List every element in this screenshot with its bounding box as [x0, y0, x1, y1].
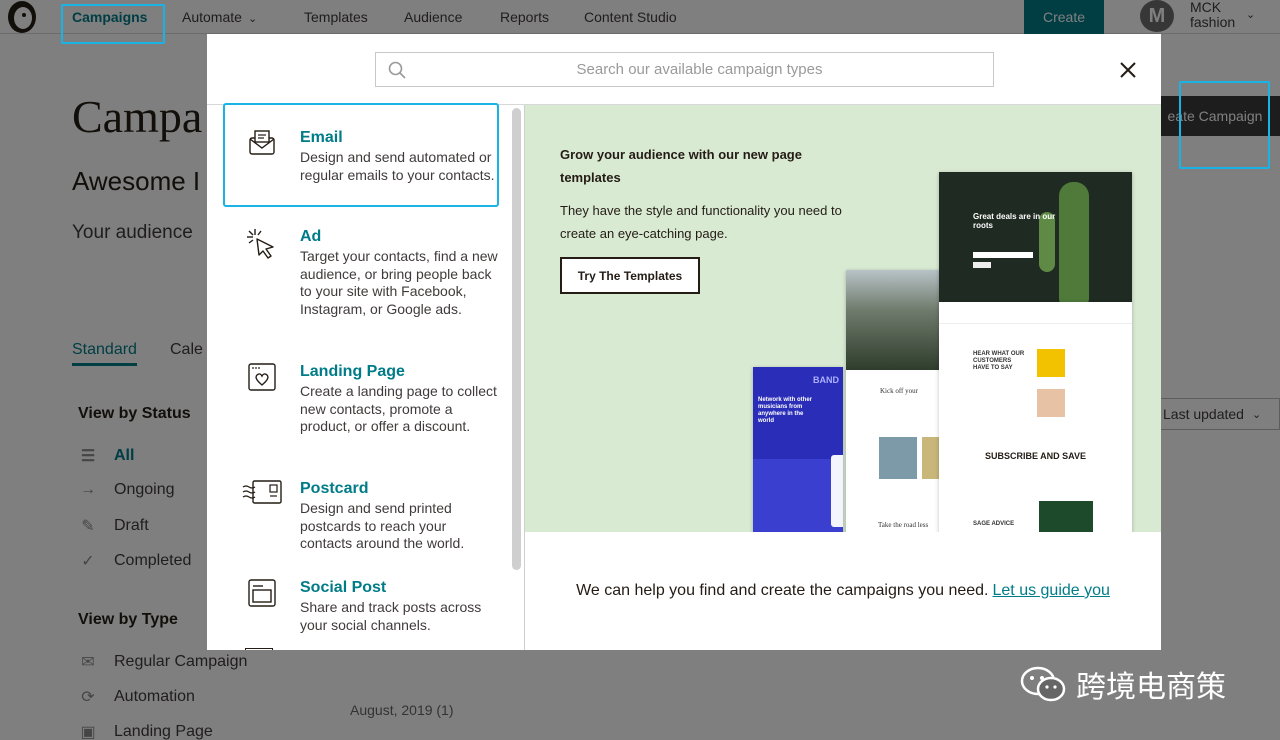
type-social-post-desc: Share and track posts across your social…	[300, 599, 482, 633]
close-icon	[1120, 62, 1136, 78]
type-email-title: Email	[300, 129, 343, 146]
preview-band-page: BAND Network with other musicians from a…	[753, 367, 843, 532]
preview-subscribe-page: HEAR WHAT OUR CUSTOMERS HAVE TO SAY SUBS…	[939, 302, 1132, 532]
search-icon	[388, 61, 406, 79]
watermark: 跨境电商策	[1020, 662, 1226, 706]
preview-take-text: Take the road less	[878, 521, 929, 529]
search-input[interactable]	[406, 53, 993, 86]
preview-plant-image	[1039, 501, 1093, 532]
next-type-icon	[245, 648, 273, 650]
promo-body: They have the style and functionality yo…	[560, 203, 842, 241]
preview-band-block	[753, 459, 843, 532]
social-post-icon	[223, 578, 300, 634]
guide-text: We can help you find and create the camp…	[576, 582, 989, 599]
campaign-type-modal: Email Design and send automated or regul…	[207, 34, 1161, 650]
preview-avatar-1	[1037, 349, 1065, 377]
type-social-post[interactable]: Social Post Share and track posts across…	[223, 578, 498, 634]
preview-sage-text: SAGE ADVICE	[973, 521, 1015, 527]
guide-link[interactable]: Let us guide you	[993, 582, 1110, 600]
preview-hiking-page: Kick off your Take the road less	[846, 270, 944, 532]
postcard-icon	[223, 479, 300, 553]
preview-mini-button	[973, 262, 991, 268]
watermark-text: 跨境电商策	[1076, 670, 1226, 705]
type-ad-desc: Target your contacts, find a new audienc…	[300, 248, 498, 317]
preview-hear-text: HEAR WHAT OUR CUSTOMERS HAVE TO SAY	[973, 351, 1025, 371]
type-social-post-title: Social Post	[300, 579, 387, 596]
preview-phone	[831, 455, 843, 527]
wechat-icon	[1020, 666, 1066, 702]
landing-page-icon	[223, 362, 300, 436]
type-landing-page-title: Landing Page	[300, 363, 405, 380]
preview-deals-text: Great deals are in our roots	[973, 212, 1056, 230]
highlight-campaigns	[61, 4, 165, 44]
preview-header	[939, 302, 1132, 324]
search-box[interactable]	[375, 52, 994, 87]
type-postcard-desc: Design and send printed postcards to rea…	[300, 500, 465, 551]
preview-cactus-page: Great deals are in our roots	[939, 172, 1132, 302]
envelope-icon	[223, 128, 300, 184]
type-ad-title: Ad	[300, 228, 322, 245]
type-landing-page-desc: Create a landing page to collect new con…	[300, 383, 497, 434]
try-templates-button[interactable]: Try The Templates	[560, 257, 700, 294]
type-email-desc: Design and send automated or regular ema…	[300, 149, 495, 183]
preview-subscribe-text: SUBSCRIBE AND SAVE	[984, 451, 1086, 461]
type-ad[interactable]: Ad Target your contacts, find a new audi…	[223, 227, 498, 318]
preview-photo-1	[879, 437, 917, 479]
promo-panel: Grow your audience with our new page tem…	[525, 105, 1161, 532]
highlight-create-campaign	[1179, 81, 1270, 169]
type-email[interactable]: Email Design and send automated or regul…	[223, 128, 498, 184]
preview-avatar-2	[1037, 389, 1065, 417]
scrollbar-thumb[interactable]	[512, 108, 521, 570]
close-button[interactable]	[1116, 58, 1140, 82]
type-postcard[interactable]: Postcard Design and send printed postcar…	[223, 479, 498, 553]
preview-input-bar	[973, 252, 1033, 258]
preview-forest-image	[846, 270, 944, 370]
promo-heading: Grow your audience with our new page tem…	[560, 147, 802, 185]
cursor-click-icon	[223, 227, 300, 318]
type-postcard-title: Postcard	[300, 480, 369, 497]
guide-banner: We can help you find and create the camp…	[525, 532, 1161, 650]
type-landing-page[interactable]: Landing Page Create a landing page to co…	[223, 362, 498, 436]
campaign-type-list: Email Design and send automated or regul…	[207, 105, 511, 650]
preview-band-label: BAND	[813, 375, 839, 385]
preview-kick-text: Kick off your	[880, 387, 918, 395]
preview-network-text: Network with other musicians from anywhe…	[758, 397, 813, 424]
preview-cactus	[1059, 182, 1089, 302]
